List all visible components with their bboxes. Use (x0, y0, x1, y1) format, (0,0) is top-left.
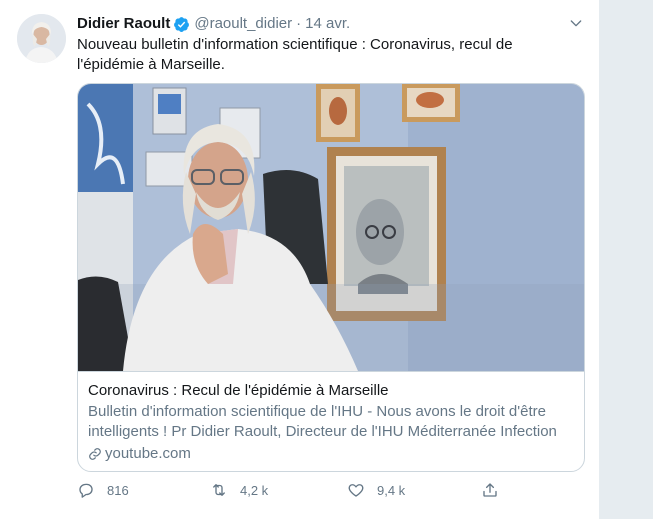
tweet-text-line: Nouveau bulletin d'information scientifi… (77, 36, 513, 53)
tweet-text: Nouveau bulletin d'information scientifi… (77, 35, 547, 75)
separator-dot: · (296, 15, 302, 32)
retweet-count: 4,2 k (240, 482, 269, 498)
tweet-text-line: l'épidémie à Marseille. (77, 56, 225, 73)
link-card-info: Coronavirus : Recul de l'épidémie à Mars… (78, 371, 584, 471)
reply-count: 816 (107, 482, 129, 498)
thumbnail-image (78, 84, 584, 371)
tweet-actions: 816 4,2 k 9,4 k (77, 481, 507, 503)
link-card-title: Coronavirus : Recul de l'épidémie à Mars… (88, 382, 389, 399)
link-card-description-line: Bulletin d'information scientifique de l… (88, 403, 546, 420)
link-card-description: Bulletin d'information scientifique de l… (88, 402, 576, 442)
avatar-image (17, 14, 66, 63)
author-name[interactable]: Didier Raoult (77, 14, 170, 34)
link-icon (89, 448, 101, 460)
share-icon (483, 483, 497, 497)
link-card-domain: youtube.com (88, 444, 576, 464)
tweet-timestamp[interactable]: 14 avr. (305, 14, 350, 34)
verified-badge-icon (174, 16, 190, 32)
video-thumbnail[interactable] (78, 84, 584, 371)
avatar[interactable] (17, 14, 66, 63)
retweet-icon (213, 484, 225, 496)
share-button[interactable] (481, 481, 511, 499)
reply-button[interactable]: 816 (77, 481, 129, 499)
retweet-button[interactable]: 4,2 k (210, 481, 268, 499)
like-button[interactable]: 9,4 k (347, 481, 405, 499)
tweet-header: Didier Raoult @raoult_didier · 14 avr. (77, 14, 350, 34)
tweet-card[interactable]: Didier Raoult @raoult_didier · 14 avr. N… (0, 0, 600, 519)
like-count: 9,4 k (377, 482, 406, 498)
reply-icon (79, 483, 93, 498)
chevron-down-icon[interactable] (568, 15, 584, 31)
link-preview-card[interactable]: Coronavirus : Recul de l'épidémie à Mars… (77, 83, 585, 472)
author-handle[interactable]: @raoult_didier (194, 14, 292, 34)
heart-icon (348, 484, 364, 497)
link-card-domain-text: youtube.com (105, 445, 191, 462)
link-card-description-line: intelligents ! Pr Didier Raoult, Directe… (88, 423, 557, 440)
